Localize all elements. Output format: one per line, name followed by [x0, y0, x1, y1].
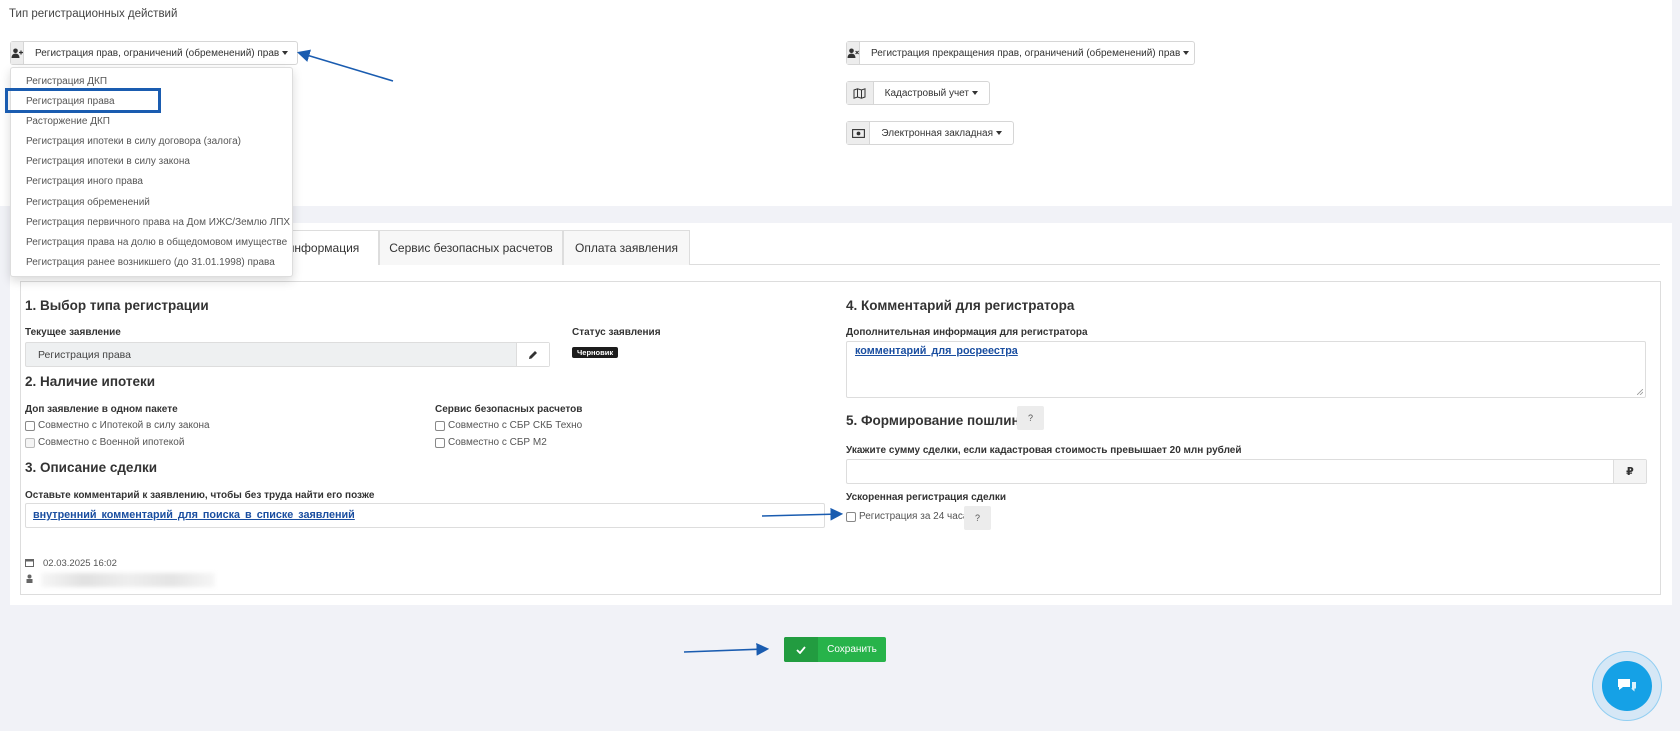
menu-item-mortgage-law[interactable]: Регистрация ипотеки в силу закона — [11, 152, 292, 172]
cadastre-dropdown-button[interactable]: Кадастровый учет — [846, 81, 990, 105]
menu-item-primary-right[interactable]: Регистрация первичного права на Дом ИЖС/… — [11, 213, 292, 233]
description-input[interactable]: внутренний комментарий для поиска в спис… — [25, 503, 825, 528]
money-bill-icon — [847, 122, 871, 144]
package-label: Доп заявление в одном пакете — [25, 404, 178, 415]
section-fee-title: 5. Формирование пошлины — [846, 413, 1032, 428]
section-registration-type-title: 1. Выбор типа регистрации — [25, 298, 209, 313]
section-registrar-comment-title: 4. Комментарий для регистратора — [846, 298, 1075, 313]
edit-pencil-button[interactable] — [516, 343, 549, 366]
chat-icon — [1602, 661, 1652, 711]
caret-down-icon — [1183, 51, 1190, 55]
registrar-comment-value: комментарий для росреестра — [855, 345, 1018, 357]
selected-item-highlight — [5, 88, 161, 113]
cadastre-label: Кадастровый учет — [884, 87, 969, 99]
checkbox-sbr-m2[interactable]: Совместно с СБР М2 — [435, 437, 547, 448]
menu-item-previous-right[interactable]: Регистрация ранее возникшего (до 31.01.1… — [11, 253, 292, 273]
arrow-to-save — [683, 642, 770, 656]
chat-widget-button[interactable] — [1592, 651, 1662, 721]
tab-safe-payments[interactable]: Сервис безопасных расчетов — [379, 230, 563, 265]
current-application-field: Регистрация права — [25, 342, 550, 367]
description-hint: Оставьте комментарий к заявлению, чтобы … — [25, 490, 375, 501]
mortgage-label: Электронная закладная — [881, 127, 993, 139]
user-lock-icon — [25, 574, 34, 586]
status-badge: Черновик — [572, 347, 619, 358]
form-box — [20, 281, 1661, 595]
mortgage-dropdown-button[interactable]: Электронная закладная — [846, 121, 1014, 145]
caret-down-icon — [996, 131, 1002, 135]
termination-label: Регистрация прекращения прав, ограничени… — [871, 47, 1181, 59]
menu-item-other-right[interactable]: Регистрация иного права — [11, 172, 292, 192]
menu-item-mortgage-contract[interactable]: Регистрация ипотеки в силу договора (зал… — [11, 132, 292, 152]
checkbox-sbr-skb[interactable]: Совместно с СБР СКБ Техно — [435, 420, 582, 431]
termination-dropdown-button[interactable]: Регистрация прекращения прав, ограничени… — [846, 41, 1195, 65]
checkbox-military-mortgage[interactable]: Совместно с Военной ипотекой — [25, 437, 184, 448]
speed-help-button[interactable]: ? — [964, 506, 991, 530]
tab-payment[interactable]: Оплата заявления — [563, 230, 690, 265]
description-value: внутренний комментарий для поиска в спис… — [33, 509, 355, 521]
amount-input[interactable]: ₽ — [846, 459, 1647, 484]
checkbox-24h[interactable]: Регистрация за 24 часа — [846, 511, 968, 522]
caret-down-icon — [972, 91, 978, 95]
current-application-label: Текущее заявление — [25, 327, 121, 338]
menu-item-encumbrances[interactable]: Регистрация обременений — [11, 193, 292, 213]
menu-item-share-right[interactable]: Регистрация права на долю в общедомовом … — [11, 233, 292, 253]
registrar-comment-textarea[interactable]: комментарий для росреестра — [846, 341, 1646, 398]
fee-help-button[interactable]: ? — [1017, 406, 1044, 430]
calendar-icon — [25, 558, 34, 570]
checkbox-mortgage-law[interactable]: Совместно с Ипотекой в силу закона — [25, 420, 210, 431]
map-icon — [847, 82, 874, 104]
registrar-info-label: Дополнительная информация для регистрато… — [846, 327, 1088, 338]
amount-label: Укажите сумму сделки, если кадастровая с… — [846, 445, 1242, 456]
check-icon — [784, 637, 818, 662]
rights-registration-dropdown-button[interactable]: Регистрация прав, ограничений (обременен… — [10, 41, 298, 65]
rights-registration-label: Регистрация прав, ограничений (обременен… — [35, 47, 280, 59]
blurred-user-name — [41, 573, 215, 587]
user-plus-icon — [11, 42, 24, 64]
pencil-icon — [529, 350, 537, 359]
user-times-icon — [847, 42, 860, 64]
panel-title: Тип регистрационных действий — [9, 8, 178, 20]
section-description-title: 3. Описание сделки — [25, 460, 158, 475]
save-button[interactable]: Сохранить — [784, 637, 886, 662]
ruble-icon: ₽ — [1613, 460, 1646, 483]
current-application-value: Регистрация права — [38, 349, 131, 361]
caret-down-icon — [282, 51, 289, 55]
speed-registration-label: Ускоренная регистрация сделки — [846, 492, 1007, 503]
section-mortgage-title: 2. Наличие ипотеки — [25, 374, 156, 389]
status-label: Статус заявления — [572, 327, 661, 338]
created-date: 02.03.2025 16:02 — [43, 558, 117, 569]
safe-payments-label: Сервис безопасных расчетов — [435, 404, 583, 415]
menu-item-dkp-termination[interactable]: Расторжение ДКП — [11, 112, 292, 132]
resize-handle-icon[interactable] — [1637, 389, 1643, 395]
